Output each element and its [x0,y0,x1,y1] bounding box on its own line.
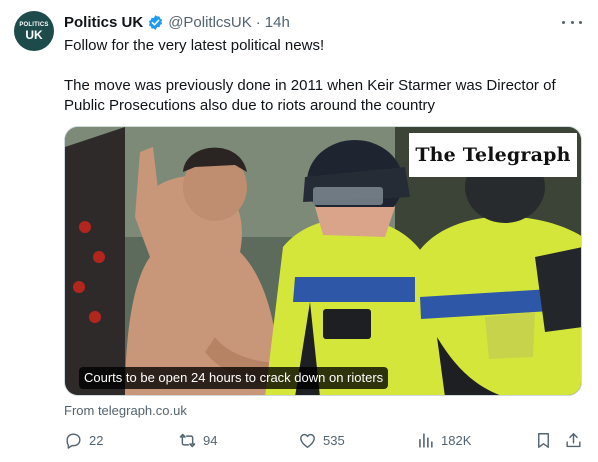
view-count: 182K [441,432,472,448]
action-bar: 22 94 535 182K [64,428,584,452]
like-count: 535 [323,432,345,448]
account-handle[interactable]: @PolitlcsUK [168,14,252,31]
media-caption: Courts to be open 24 hours to crack down… [79,367,389,389]
reply-count: 22 [89,432,104,448]
reply-button[interactable]: 22 [64,428,103,452]
bookmark-button[interactable] [534,428,553,452]
tweet-header: Politics UK @PolitlcsUK · 14h [64,12,290,32]
bookmark-icon [538,432,549,448]
repost-icon [179,433,196,447]
like-icon [300,433,315,448]
publisher-logo-text: The Telegraph [415,144,571,166]
reply-icon [66,432,81,449]
tweet-text: Follow for the very latest political new… [64,37,556,114]
timestamp[interactable]: 14h [265,14,290,31]
publisher-logo: The Telegraph [409,133,577,177]
avatar[interactable]: POLITICS UK [14,11,54,51]
like-button[interactable]: 535 [298,428,345,452]
link-source[interactable]: From telegraph.co.uk [64,403,187,418]
share-icon [566,432,581,447]
verified-badge-icon [147,14,164,31]
media-card[interactable]: The Telegraph Courts to be open 24 hours… [64,126,582,396]
share-button[interactable] [564,428,583,452]
views-icon [419,432,433,448]
views-button[interactable]: 182K [416,428,471,452]
separator-dot: · [255,13,261,31]
account-name[interactable]: Politics UK [64,14,143,31]
more-icon[interactable] [562,14,582,30]
repost-button[interactable]: 94 [178,428,217,452]
tweet[interactable]: POLITICS UK Politics UK @PolitlcsUK · 14… [0,0,598,462]
avatar-line-2: UK [25,27,43,42]
repost-count: 94 [203,432,218,448]
